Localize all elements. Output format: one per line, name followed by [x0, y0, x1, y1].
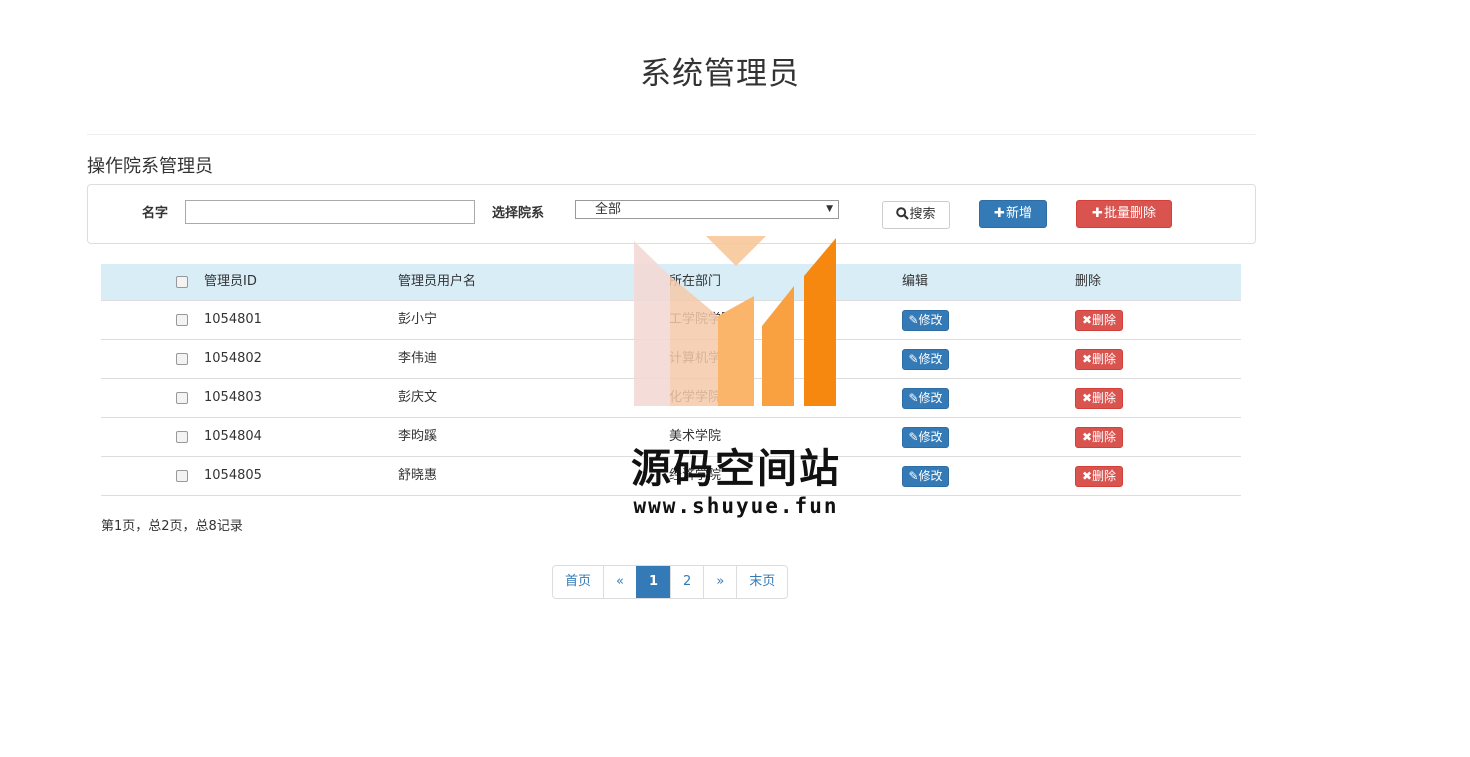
- header-edit: 编辑: [902, 274, 929, 289]
- record-info: 第1页，总2页，总8记录: [101, 519, 243, 534]
- page-prev[interactable]: «: [603, 566, 636, 598]
- batch-delete-button-label: 批量删除: [1103, 206, 1156, 221]
- close-icon: ✖: [1081, 469, 1093, 483]
- admin-dept: 工学院学院: [669, 312, 735, 327]
- delete-button[interactable]: ✖删除: [1075, 349, 1123, 370]
- header-dept: 所在部门: [669, 274, 722, 289]
- edit-button[interactable]: ✎修改: [902, 310, 949, 331]
- row-checkbox[interactable]: [176, 353, 188, 365]
- name-search-input[interactable]: [185, 200, 475, 224]
- watermark-url: www.shuyue.fun: [633, 494, 839, 518]
- search-button-label: 搜索: [909, 207, 936, 222]
- add-button[interactable]: ✚新增: [979, 200, 1047, 228]
- plus-icon: ✚: [1092, 206, 1103, 221]
- filter-panel: 名字 选择院系 全部 ▼ 搜索 ✚新增 ✚批量删除: [87, 184, 1256, 244]
- edit-button[interactable]: ✎修改: [902, 427, 949, 448]
- dept-select-value: 全部: [595, 202, 622, 217]
- delete-button-label: 删除: [1092, 430, 1117, 444]
- edit-button[interactable]: ✎修改: [902, 466, 949, 487]
- admin-username: 李昀蹊: [398, 429, 438, 444]
- pencil-icon: ✎: [908, 391, 919, 405]
- admin-dept: 经济学院: [669, 468, 722, 483]
- table-row: 1054803 彭庆文 化学学院 ✎修改 ✖删除: [101, 379, 1241, 418]
- page-1[interactable]: 1: [635, 566, 671, 598]
- edit-button[interactable]: ✎修改: [902, 349, 949, 370]
- section-title: 操作院系管理员: [87, 156, 213, 177]
- delete-button-label: 删除: [1092, 469, 1117, 483]
- batch-delete-button[interactable]: ✚批量删除: [1076, 200, 1172, 228]
- admin-username: 彭小宁: [398, 312, 438, 327]
- page-2[interactable]: 2: [670, 566, 703, 598]
- add-button-label: 新增: [1005, 206, 1032, 221]
- admin-username: 彭庆文: [398, 390, 438, 405]
- search-icon: [896, 207, 910, 220]
- dept-select[interactable]: 全部 ▼: [575, 200, 839, 219]
- table-row: 1054801 彭小宁 工学院学院 ✎修改 ✖删除: [101, 301, 1241, 340]
- admin-id: 1054804: [204, 429, 262, 444]
- table-row: 1054805 舒晓惠 经济学院 ✎修改 ✖删除: [101, 457, 1241, 496]
- delete-button-label: 删除: [1092, 391, 1117, 405]
- admin-username: 舒晓惠: [398, 468, 438, 483]
- delete-button[interactable]: ✖删除: [1075, 427, 1123, 448]
- chevron-down-icon: ▼: [826, 204, 833, 214]
- edit-button-label: 修改: [918, 469, 943, 483]
- admin-dept: 美术学院: [669, 429, 722, 444]
- admin-id: 1054803: [204, 390, 262, 405]
- plus-icon: ✚: [994, 206, 1005, 221]
- edit-button-label: 修改: [918, 430, 943, 444]
- edit-button-label: 修改: [918, 391, 943, 405]
- admin-table: 管理员ID 管理员用户名 所在部门 编辑 删除 1054801 彭小宁 工学院学…: [101, 264, 1241, 496]
- page-first[interactable]: 首页: [553, 566, 603, 598]
- row-checkbox[interactable]: [176, 314, 188, 326]
- name-label: 名字: [142, 206, 169, 221]
- select-all-checkbox[interactable]: [176, 276, 188, 288]
- page-last[interactable]: 末页: [736, 566, 787, 598]
- edit-button-label: 修改: [918, 352, 943, 366]
- pencil-icon: ✎: [908, 469, 919, 483]
- admin-dept: 化学学院: [669, 390, 722, 405]
- header-delete: 删除: [1075, 274, 1102, 289]
- row-checkbox[interactable]: [176, 470, 188, 482]
- search-button[interactable]: 搜索: [882, 201, 950, 229]
- admin-id: 1054802: [204, 351, 262, 366]
- delete-button-label: 删除: [1092, 313, 1117, 327]
- admin-id: 1054805: [204, 468, 262, 483]
- edit-button-label: 修改: [918, 313, 943, 327]
- pencil-icon: ✎: [908, 313, 919, 327]
- row-checkbox[interactable]: [176, 431, 188, 443]
- dept-label: 选择院系: [492, 206, 545, 221]
- table-header: 管理员ID 管理员用户名 所在部门 编辑 删除: [101, 264, 1241, 301]
- edit-button[interactable]: ✎修改: [902, 388, 949, 409]
- pagination: 首页 « 1 2 » 末页: [552, 565, 789, 599]
- close-icon: ✖: [1081, 352, 1093, 366]
- delete-button[interactable]: ✖删除: [1075, 466, 1123, 487]
- pencil-icon: ✎: [908, 352, 919, 366]
- header-id: 管理员ID: [204, 274, 257, 289]
- pencil-icon: ✎: [908, 430, 919, 444]
- page-next[interactable]: »: [703, 566, 736, 598]
- close-icon: ✖: [1081, 430, 1093, 444]
- table-row: 1054804 李昀蹊 美术学院 ✎修改 ✖删除: [101, 418, 1241, 457]
- admin-dept: 计算机学院: [669, 351, 735, 366]
- delete-button[interactable]: ✖删除: [1075, 310, 1123, 331]
- admin-id: 1054801: [204, 312, 262, 327]
- row-checkbox[interactable]: [176, 392, 188, 404]
- page-title: 系统管理员: [640, 56, 800, 92]
- admin-username: 李伟迪: [398, 351, 438, 366]
- delete-button[interactable]: ✖删除: [1075, 388, 1123, 409]
- title-divider: [87, 134, 1256, 135]
- close-icon: ✖: [1081, 313, 1093, 327]
- header-username: 管理员用户名: [398, 274, 477, 289]
- table-row: 1054802 李伟迪 计算机学院 ✎修改 ✖删除: [101, 340, 1241, 379]
- close-icon: ✖: [1081, 391, 1093, 405]
- delete-button-label: 删除: [1092, 352, 1117, 366]
